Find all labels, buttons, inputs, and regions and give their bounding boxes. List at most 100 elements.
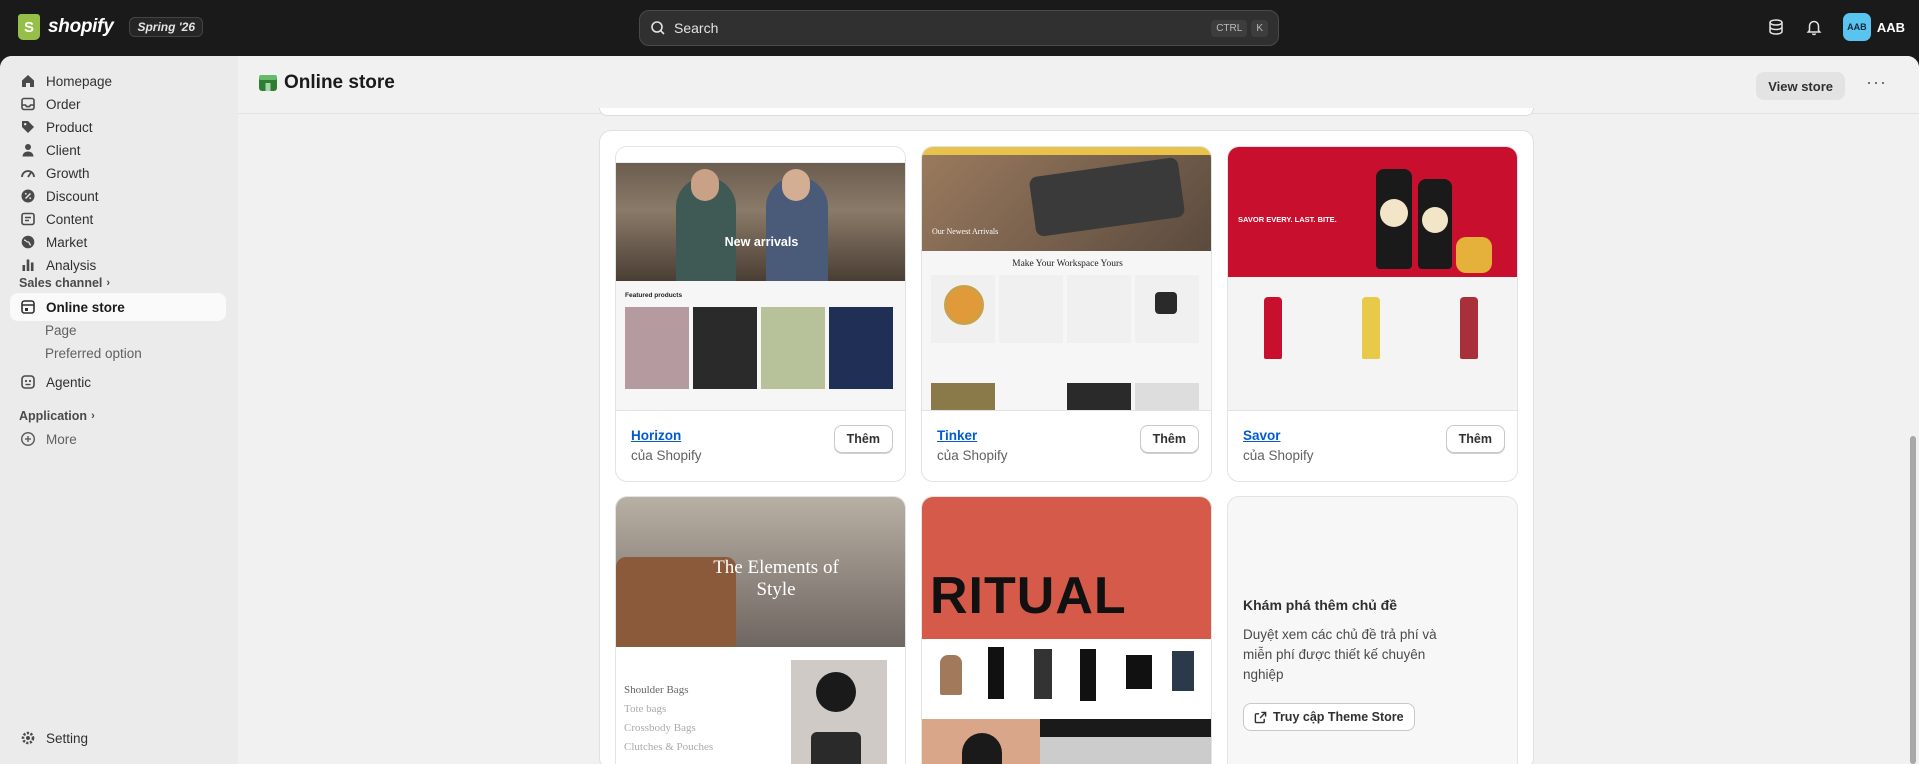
theme-name-link[interactable]: Tinker (937, 428, 977, 443)
theme-author: của Shopify (937, 448, 1008, 463)
explore-description: Duyệt xem các chủ đề trả phí và miễn phí… (1243, 627, 1437, 682)
app-shell: Homepage Order Product Client Growth Dis… (0, 56, 1919, 764)
sidebar-item-label: Growth (46, 165, 90, 181)
theme-preview-tinker[interactable]: Our Newest Arrivals Make Your Workspace … (922, 147, 1211, 410)
section-title: Make Your Workspace Yours (1012, 259, 1123, 269)
shortcut-ctrl: CTRL (1211, 19, 1248, 37)
search-icon (651, 21, 665, 35)
theme-name-link[interactable]: Savor (1243, 428, 1281, 443)
hero-text: RITUAL (930, 567, 1127, 625)
hero-text: The Elements of Style (713, 557, 839, 600)
home-icon (22, 75, 34, 87)
add-theme-button[interactable]: Thêm (833, 425, 893, 453)
hero-text: SAVOR EVERY. LAST. BITE. (1238, 215, 1337, 224)
main-content: Online store View store ··· New arrivals… (238, 56, 1919, 764)
theme-preview-atelier[interactable]: The Elements of Style Shoulder Bags Tote… (616, 497, 905, 764)
sidebar-item-label: Agentic (46, 374, 92, 390)
theme-preview-horizon[interactable]: New arrivals Featured products (616, 147, 905, 410)
chevron-right-icon: › (106, 277, 111, 289)
theme-store-button[interactable]: Truy cập Theme Store (1243, 703, 1415, 731)
chevron-right-icon: › (91, 410, 95, 422)
edition-badge: Spring '26 (129, 17, 204, 37)
person-icon (22, 144, 34, 157)
category-link: Crossbody Bags (624, 722, 696, 734)
theme-card-horizon: New arrivals Featured products Horizon c… (615, 146, 906, 482)
theme-name-link[interactable]: Horizon (631, 428, 681, 443)
sales-channel-header[interactable]: Sales channel › (19, 276, 110, 290)
add-theme-button[interactable]: Thêm (1445, 425, 1505, 453)
hero-text: Our Newest Arrivals (932, 227, 999, 236)
sidebar-item-more[interactable]: More (10, 425, 226, 453)
online-store-icon (259, 75, 277, 91)
scrollbar[interactable] (1907, 56, 1919, 764)
more-actions-icon[interactable]: ··· (1866, 73, 1887, 91)
add-theme-button[interactable]: Thêm (1139, 425, 1199, 453)
explore-title: Khám phá thêm chủ đề (1243, 597, 1398, 613)
theme-card-footer: Horizon của Shopify Thêm (616, 410, 905, 481)
top-bar: shopify Spring '26 Search CTRL K AAB AAB (0, 0, 1919, 56)
sidebar-item-label: Analysis (46, 257, 97, 273)
scrollbar-thumb[interactable] (1910, 436, 1916, 764)
search-placeholder: Search (674, 20, 719, 36)
theme-preview-ritual[interactable]: RITUAL (922, 497, 1211, 764)
sidebar-item-setting[interactable]: Setting (10, 724, 226, 752)
shortcut-key: K (1251, 19, 1268, 37)
sidebar-item-label: Content (46, 211, 94, 227)
external-link-icon (1254, 711, 1267, 723)
tag-icon (22, 121, 34, 133)
sidebar-item-label: Preferred option (45, 345, 142, 361)
theme-card-footer: Savor của Shopify Thêm (1228, 410, 1517, 481)
search-bar[interactable]: Search CTRL K (639, 10, 1279, 46)
inbox-icon (21, 97, 35, 111)
explore-themes-card: Khám phá thêm chủ đề Duyệt xem các chủ đ… (1227, 496, 1518, 764)
sidebar-item-label: Order (46, 96, 81, 112)
hero-text: New arrivals (724, 235, 799, 249)
sidebar-item-label: Online store (46, 299, 125, 315)
page-title-text: Online store (284, 72, 395, 93)
avatar: AAB (1842, 13, 1871, 41)
theme-author: của Shopify (631, 448, 702, 463)
sidebar-item-label: Homepage (46, 73, 113, 89)
section-title: Featured products (625, 292, 683, 299)
gear-icon (21, 731, 35, 745)
shopify-bag-icon (18, 14, 40, 40)
discount-icon (21, 189, 35, 203)
content-icon (21, 212, 35, 226)
sidebar: Homepage Order Product Client Growth Dis… (0, 56, 238, 764)
page-title: Online store (258, 72, 395, 94)
user-name: AAB (1876, 19, 1905, 35)
bell-icon[interactable] (1805, 18, 1823, 36)
database-icon[interactable] (1767, 18, 1785, 36)
category-link: Clutches & Pouches (624, 741, 714, 753)
gauge-icon (21, 170, 35, 178)
theme-card-savor: SAVOR EVERY. LAST. BITE. Savor của Shopi… (1227, 146, 1518, 482)
sidebar-item-label: Client (46, 142, 81, 158)
theme-card-ritual: RITUAL (921, 496, 1212, 764)
sidebar-item-label: Market (46, 234, 88, 250)
theme-card-tinker: Our Newest Arrivals Make Your Workspace … (921, 146, 1212, 482)
theme-author: của Shopify (1243, 448, 1314, 463)
sidebar-item-agentic[interactable]: Agentic (10, 368, 226, 396)
sidebar-item-label: More (46, 431, 77, 447)
globe-icon (21, 235, 35, 249)
theme-library-panel: New arrivals Featured products Horizon c… (599, 130, 1534, 764)
sidebar-subitem-preferred-option[interactable]: Preferred option (10, 339, 226, 367)
sidebar-item-label: Setting (46, 730, 89, 746)
application-label: Application (19, 409, 88, 423)
theme-card-atelier: The Elements of Style Shoulder Bags Tote… (615, 496, 906, 764)
category-link: Tote bags (624, 703, 667, 715)
application-header[interactable]: Application › (19, 409, 95, 423)
view-store-button[interactable]: View store (1756, 72, 1845, 100)
sidebar-item-label: Page (45, 322, 77, 338)
sidebar-item-label: Discount (46, 188, 99, 204)
theme-card-footer: Tinker của Shopify Thêm (922, 410, 1211, 481)
sidebar-item-label: Product (46, 119, 93, 135)
logo-text: shopify (48, 16, 114, 37)
user-menu[interactable]: AAB AAB (1842, 13, 1905, 41)
sidebar-item-analysis[interactable]: Analysis (10, 251, 226, 279)
sales-channel-label: Sales channel (19, 276, 103, 290)
shopify-logo[interactable]: shopify Spring '26 (18, 14, 204, 40)
page-header: Online store View store ··· (238, 56, 1919, 114)
bar-chart-icon (22, 259, 34, 271)
theme-preview-savor[interactable]: SAVOR EVERY. LAST. BITE. (1228, 147, 1517, 410)
